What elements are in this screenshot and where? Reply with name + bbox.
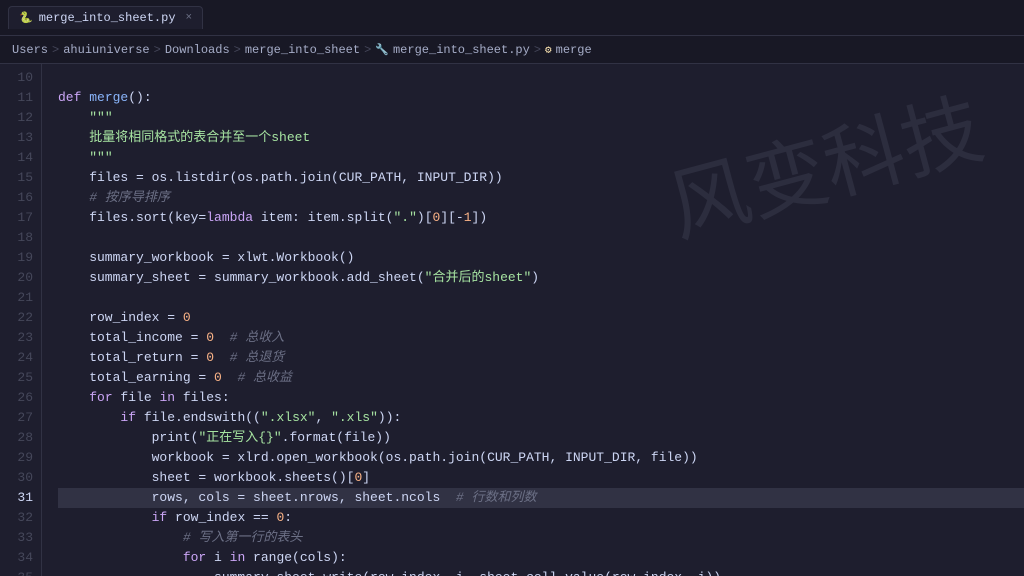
code-line-10 bbox=[58, 68, 1024, 88]
breadcrumb-sep-5: > bbox=[534, 43, 541, 57]
line-num-14: 14 bbox=[0, 148, 41, 168]
breadcrumb-func-icon: ⚙ bbox=[545, 43, 552, 57]
breadcrumb-merge-sheet[interactable]: merge_into_sheet bbox=[245, 43, 360, 57]
line-num-10: 10 bbox=[0, 68, 41, 88]
code-line-23: total_income = 0 # 总收入 bbox=[58, 328, 1024, 348]
line-num-17: 17 bbox=[0, 208, 41, 228]
line-num-22: 22 bbox=[0, 308, 41, 328]
line-num-15: 15 bbox=[0, 168, 41, 188]
line-num-29: 29 bbox=[0, 448, 41, 468]
code-line-13: 批量将相同格式的表合并至一个sheet bbox=[58, 128, 1024, 148]
line-num-11: 11 bbox=[0, 88, 41, 108]
title-bar: 🐍 merge_into_sheet.py × bbox=[0, 0, 1024, 36]
breadcrumb-sep-4: > bbox=[364, 43, 371, 57]
line-num-28: 28 bbox=[0, 428, 41, 448]
line-num-24: 24 bbox=[0, 348, 41, 368]
breadcrumb-file-icon: 🔧 bbox=[375, 43, 389, 57]
breadcrumb-filename[interactable]: merge_into_sheet.py bbox=[393, 43, 530, 57]
code-line-15: files = os.listdir(os.path.join(CUR_PATH… bbox=[58, 168, 1024, 188]
breadcrumb-users[interactable]: Users bbox=[12, 43, 48, 57]
line-num-31: 31 bbox=[0, 488, 41, 508]
code-line-16: # 按序导排序 bbox=[58, 188, 1024, 208]
line-num-21: 21 bbox=[0, 288, 41, 308]
line-num-12: 12 bbox=[0, 108, 41, 128]
breadcrumb-sep-2: > bbox=[154, 43, 161, 57]
code-line-32: if row_index == 0: bbox=[58, 508, 1024, 528]
code-line-21 bbox=[58, 288, 1024, 308]
code-line-12: """ bbox=[58, 108, 1024, 128]
code-line-25: total_earning = 0 # 总收益 bbox=[58, 368, 1024, 388]
code-area[interactable]: 风变科技 def merge(): """ 批量将相同格式的表合并至一个shee… bbox=[42, 64, 1024, 576]
code-line-18 bbox=[58, 228, 1024, 248]
code-line-14: """ bbox=[58, 148, 1024, 168]
editor: 10 11 12 13 14 15 16 17 18 19 20 21 22 2… bbox=[0, 64, 1024, 576]
code-line-19: summary_workbook = xlwt.Workbook() bbox=[58, 248, 1024, 268]
tab-close-button[interactable]: × bbox=[186, 12, 193, 24]
breadcrumb-func[interactable]: merge bbox=[556, 43, 592, 57]
breadcrumb-bar: Users > ahuiuniverse > Downloads > merge… bbox=[0, 36, 1024, 64]
code-line-35: summary_sheet.write(row_index, i, sheet.… bbox=[58, 568, 1024, 576]
line-numbers: 10 11 12 13 14 15 16 17 18 19 20 21 22 2… bbox=[0, 64, 42, 576]
code-line-29: workbook = xlrd.open_workbook(os.path.jo… bbox=[58, 448, 1024, 468]
breadcrumb-ahuiuniverse[interactable]: ahuiuniverse bbox=[63, 43, 149, 57]
breadcrumb-sep-1: > bbox=[52, 43, 59, 57]
line-num-23: 23 bbox=[0, 328, 41, 348]
code-line-31: rows, cols = sheet.nrows, sheet.ncols # … bbox=[58, 488, 1024, 508]
line-num-16: 16 bbox=[0, 188, 41, 208]
code-line-26: for file in files: bbox=[58, 388, 1024, 408]
line-num-30: 30 bbox=[0, 468, 41, 488]
code-line-30: sheet = workbook.sheets()[0] bbox=[58, 468, 1024, 488]
line-num-33: 33 bbox=[0, 528, 41, 548]
code-line-34: for i in range(cols): bbox=[58, 548, 1024, 568]
line-num-18: 18 bbox=[0, 228, 41, 248]
code-line-24: total_return = 0 # 总退货 bbox=[58, 348, 1024, 368]
line-num-13: 13 bbox=[0, 128, 41, 148]
code-line-33: # 写入第一行的表头 bbox=[58, 528, 1024, 548]
line-num-19: 19 bbox=[0, 248, 41, 268]
line-num-34: 34 bbox=[0, 548, 41, 568]
code-line-28: print("正在写入{}".format(file)) bbox=[58, 428, 1024, 448]
line-num-26: 26 bbox=[0, 388, 41, 408]
line-num-35: 35 bbox=[0, 568, 41, 576]
code-line-17: files.sort(key=lambda item: item.split("… bbox=[58, 208, 1024, 228]
breadcrumb-downloads[interactable]: Downloads bbox=[165, 43, 230, 57]
code-line-27: if file.endswith((".xlsx", ".xls")): bbox=[58, 408, 1024, 428]
line-num-20: 20 bbox=[0, 268, 41, 288]
line-num-25: 25 bbox=[0, 368, 41, 388]
line-num-32: 32 bbox=[0, 508, 41, 528]
editor-tab[interactable]: 🐍 merge_into_sheet.py × bbox=[8, 6, 203, 29]
code-line-11: def merge(): bbox=[58, 88, 1024, 108]
code-line-22: row_index = 0 bbox=[58, 308, 1024, 328]
line-num-27: 27 bbox=[0, 408, 41, 428]
code-line-20: summary_sheet = summary_workbook.add_she… bbox=[58, 268, 1024, 288]
breadcrumb-sep-3: > bbox=[234, 43, 241, 57]
tab-label: merge_into_sheet.py bbox=[39, 11, 176, 25]
file-icon: 🐍 bbox=[19, 11, 33, 25]
